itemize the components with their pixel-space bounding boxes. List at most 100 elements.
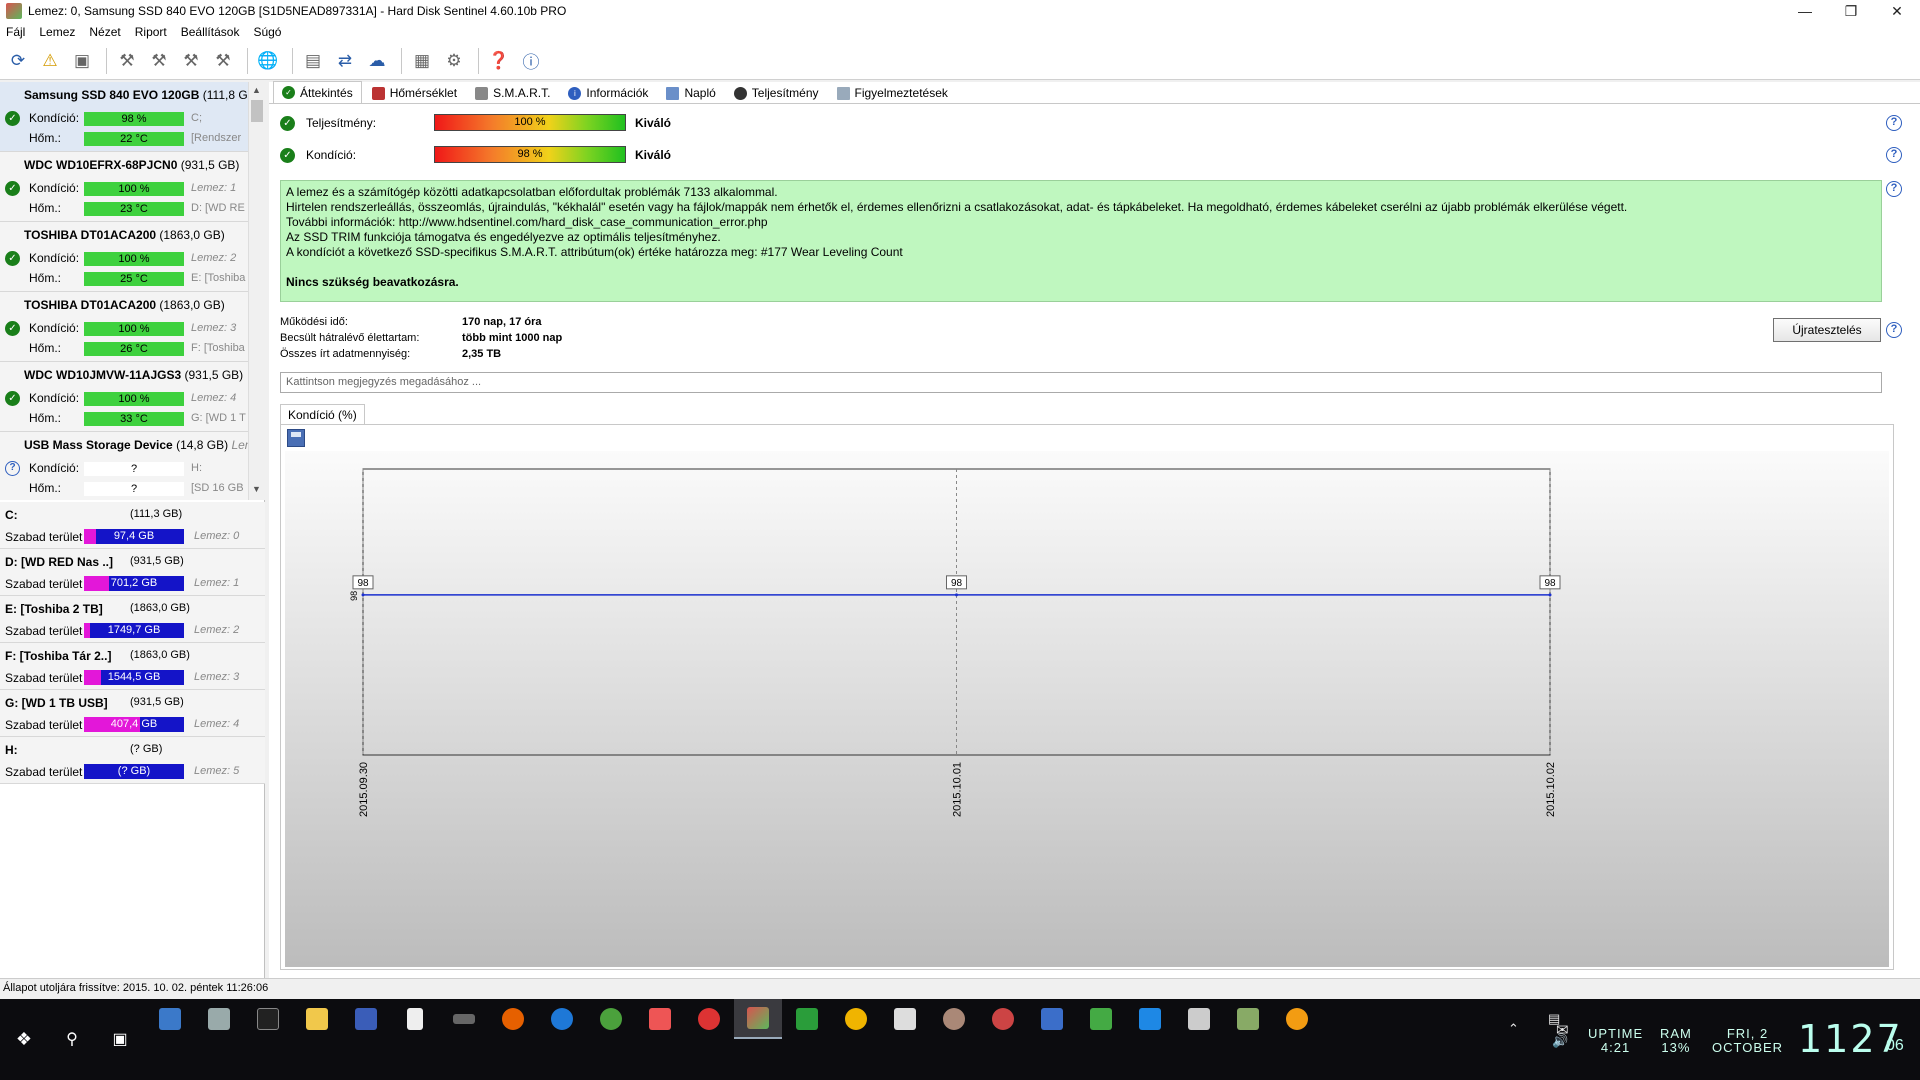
- free-value: 97,4 GB: [113, 530, 155, 542]
- start-button[interactable]: ❖: [0, 999, 48, 1080]
- taskbar-app-icon[interactable]: [930, 999, 978, 1039]
- menu-file[interactable]: Fájl: [6, 25, 25, 39]
- taskbar-utorrent-icon[interactable]: [587, 999, 635, 1039]
- save-icon[interactable]: [287, 429, 305, 447]
- settings-icon[interactable]: ⚙: [440, 47, 468, 75]
- partition-item[interactable]: G: [WD 1 TB USB] (931,5 GB) Szabad terül…: [0, 690, 265, 737]
- tab-information[interactable]: i Információk: [560, 83, 656, 103]
- date-gadget: FRI, 2 OCTOBER: [1712, 1027, 1783, 1055]
- taskbar-shield-icon[interactable]: [1028, 999, 1076, 1039]
- disk-item[interactable]: USB Mass Storage Device (14,8 GB) Lem ? …: [0, 432, 248, 500]
- taskbar-app-icon[interactable]: [146, 999, 194, 1039]
- status-message-box: A lemez és a számítógép közötti adatkapc…: [280, 180, 1882, 302]
- task-view-icon[interactable]: ▣: [96, 1019, 144, 1059]
- disk-volume: D: [WD RE: [191, 202, 245, 214]
- tab-temperature[interactable]: Hőmérséklet: [364, 83, 465, 103]
- taskbar-hdsentinel-icon[interactable]: [734, 999, 782, 1039]
- close-button[interactable]: ✕: [1874, 0, 1920, 22]
- help-icon[interactable]: ?: [1886, 147, 1902, 163]
- globe-icon[interactable]: 🌐: [254, 47, 282, 75]
- chart-tab[interactable]: Kondíció (%): [280, 404, 365, 424]
- menu-disk[interactable]: Lemez: [39, 25, 75, 39]
- written-label: Összes írt adatmennyiség:: [280, 348, 411, 360]
- disk-item[interactable]: TOSHIBA DT01ACA200 (1863,0 GB) ✓ Kondíci…: [0, 292, 248, 362]
- sync-icon[interactable]: ⇄: [331, 47, 359, 75]
- taskbar-app-icon[interactable]: [636, 999, 684, 1039]
- partition-size: (931,5 GB): [130, 696, 184, 708]
- minimize-button[interactable]: —: [1782, 0, 1828, 22]
- maximize-button[interactable]: ❐: [1828, 0, 1874, 22]
- taskbar-app-icon[interactable]: [1077, 999, 1125, 1039]
- help-icon[interactable]: ?: [1886, 115, 1902, 131]
- tool-1-icon[interactable]: ⚒: [113, 47, 141, 75]
- scroll-thumb[interactable]: [251, 100, 263, 122]
- taskbar-app-icon[interactable]: [195, 999, 243, 1039]
- taskbar-firefox-icon[interactable]: [489, 999, 537, 1039]
- taskbar-document-icon[interactable]: [391, 999, 439, 1039]
- health-bar: 100 %: [84, 322, 184, 336]
- menu-settings[interactable]: Beállítások: [181, 25, 240, 39]
- menu-report[interactable]: Riport: [135, 25, 167, 39]
- info-icon[interactable]: ⓘ: [517, 47, 545, 75]
- health-label: Kondíció:: [29, 321, 80, 335]
- report-icon[interactable]: ▤: [299, 47, 327, 75]
- app-icon: [6, 3, 22, 19]
- taskbar-camera-icon[interactable]: [1175, 999, 1223, 1039]
- disk-list-scrollbar[interactable]: ▲ ▼: [248, 82, 265, 500]
- tab-log[interactable]: Napló: [658, 83, 723, 103]
- disk-icon[interactable]: ▣: [68, 47, 96, 75]
- taskbar-app-icon[interactable]: [832, 999, 880, 1039]
- benchmark-icon[interactable]: ▦: [408, 47, 436, 75]
- retest-button[interactable]: Újratesztelés: [1773, 318, 1881, 342]
- taskbar-terminal-icon[interactable]: [244, 999, 292, 1039]
- search-icon[interactable]: ⚲: [48, 1019, 96, 1059]
- disk-item[interactable]: TOSHIBA DT01ACA200 (1863,0 GB) ✓ Kondíci…: [0, 222, 248, 292]
- taskbar-alarm-icon[interactable]: [1273, 999, 1321, 1039]
- partition-name: G: [WD 1 TB USB]: [5, 696, 108, 710]
- network-icon[interactable]: ☁: [363, 47, 391, 75]
- tab-label: Hőmérséklet: [389, 86, 458, 100]
- tab-alerts[interactable]: Figyelmeztetések: [829, 83, 956, 103]
- menu-help[interactable]: Súgó: [253, 25, 281, 39]
- help-icon[interactable]: ❓: [485, 47, 513, 75]
- menu-view[interactable]: Nézet: [89, 25, 120, 39]
- disk-item[interactable]: WDC WD10JMVW-11AJGS3 (931,5 GB) ✓ Kondíc…: [0, 362, 248, 432]
- health-bar: 100 %: [84, 182, 184, 196]
- help-icon[interactable]: ?: [1886, 181, 1902, 197]
- tab-overview[interactable]: ✓ Áttekintés: [273, 81, 362, 103]
- disk-item[interactable]: Samsung SSD 840 EVO 120GB (111,8 GB) ✓ K…: [0, 82, 248, 152]
- partition-item[interactable]: F: [Toshiba Tár 2..] (1863,0 GB) Szabad …: [0, 643, 265, 690]
- alert-icon[interactable]: ⚠: [36, 47, 64, 75]
- refresh-icon[interactable]: ⟳: [4, 47, 32, 75]
- tab-bar: ✓ Áttekintés Hőmérséklet S.M.A.R.T. i Info…: [269, 81, 1920, 104]
- taskbar-aida64-icon[interactable]: [783, 999, 831, 1039]
- disk-item[interactable]: WDC WD10EFRX-68PJCN0 (931,5 GB) ✓ Kondíc…: [0, 152, 248, 222]
- taskbar-app-icon[interactable]: [1224, 999, 1272, 1039]
- tool-3-icon[interactable]: ⚒: [177, 47, 205, 75]
- note-input[interactable]: Kattintson megjegyzés megadásához ...: [280, 372, 1882, 393]
- taskbar-app-icon[interactable]: [979, 999, 1027, 1039]
- data-label: 98: [951, 578, 963, 589]
- check-icon: ✓: [280, 147, 295, 163]
- tab-performance[interactable]: Teljesítmény: [726, 83, 827, 103]
- taskbar-app-icon[interactable]: [685, 999, 733, 1039]
- taskbar-app-icon[interactable]: [1126, 999, 1174, 1039]
- tab-smart[interactable]: S.M.A.R.T.: [467, 83, 558, 103]
- taskbar-app-icon[interactable]: [881, 999, 929, 1039]
- partition-item[interactable]: E: [Toshiba 2 TB] (1863,0 GB) Szabad ter…: [0, 596, 265, 643]
- taskbar-edge-icon[interactable]: [538, 999, 586, 1039]
- partition-item[interactable]: H: (? GB) Szabad terület (? GB) Lemez: 5: [0, 737, 265, 784]
- tool-2-icon[interactable]: ⚒: [145, 47, 173, 75]
- tray-chevron-icon[interactable]: ⌃: [1508, 1021, 1519, 1037]
- taskbar-save-icon[interactable]: [342, 999, 390, 1039]
- scroll-down-icon[interactable]: ▼: [252, 484, 261, 494]
- partition-item[interactable]: C: (111,3 GB) Szabad terület 97,4 GB Lem…: [0, 502, 265, 549]
- tray-notification-icon[interactable]: ✉: [1556, 1021, 1569, 1039]
- taskbar-chip-icon[interactable]: [440, 999, 488, 1039]
- taskbar-folder-icon[interactable]: [293, 999, 341, 1039]
- scroll-up-icon[interactable]: ▲: [252, 85, 261, 95]
- partition-item[interactable]: D: [WD RED Nas ..] (931,5 GB) Szabad ter…: [0, 549, 265, 596]
- help-icon[interactable]: ?: [1886, 322, 1902, 338]
- tool-4-icon[interactable]: ⚒: [209, 47, 237, 75]
- disk-name: TOSHIBA DT01ACA200: [24, 228, 157, 242]
